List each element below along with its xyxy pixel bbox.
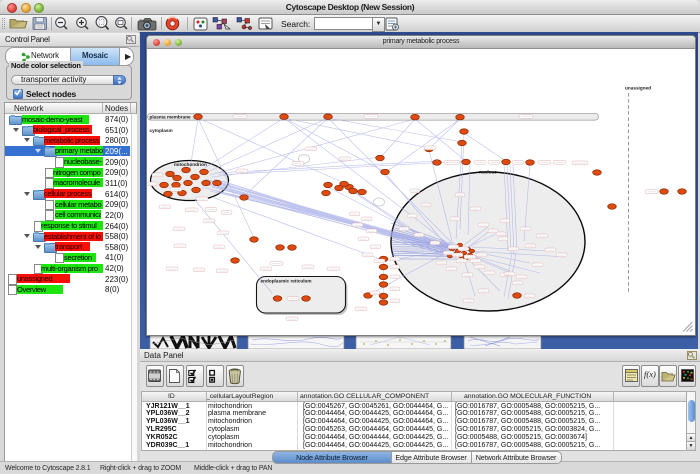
svg-text:unassigned: unassigned bbox=[625, 86, 651, 91]
svg-text:mitochondrion: mitochondrion bbox=[174, 162, 207, 167]
svg-text:endoplasmic reticulum: endoplasmic reticulum bbox=[261, 278, 312, 283]
svg-text:cytoplasm: cytoplasm bbox=[150, 128, 173, 133]
svg-text:plasma membrane: plasma membrane bbox=[150, 114, 192, 119]
svg-text:nucleus: nucleus bbox=[479, 170, 497, 175]
